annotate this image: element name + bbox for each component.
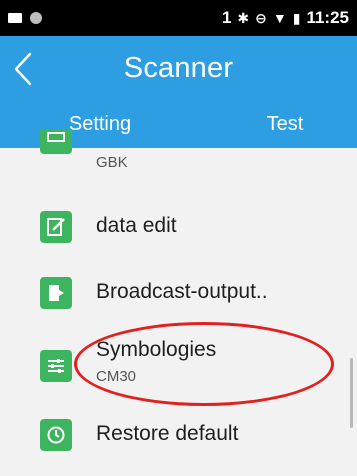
highlight-ellipse <box>74 322 334 406</box>
battery-icon: ▮ <box>292 9 301 26</box>
wifi-icon: ▼ <box>272 10 287 26</box>
bluetooth-icon: ✱ <box>237 9 250 26</box>
list-item-data-edit[interactable]: data edit <box>0 196 357 258</box>
list-item-label: data edit <box>96 214 177 237</box>
list-item-label: Restore default <box>96 422 239 445</box>
list-item-broadcast-output[interactable]: Broadcast-output.. <box>0 262 357 324</box>
list-item-subtitle: GBK <box>96 154 128 171</box>
output-icon <box>40 277 72 309</box>
list-item-label: Broadcast-output.. <box>96 280 268 303</box>
status-dot-icon <box>30 12 42 24</box>
page-title: Scanner <box>123 52 234 84</box>
list-item-charset[interactable]: GBK <box>0 130 357 192</box>
settings-list: GBK data edit Broadcast-output.. Symbolo… <box>0 130 357 476</box>
status-bar: 1 ✱ ⊖ ▼ ▮ 11:25 <box>0 0 357 36</box>
clock-icon <box>40 419 72 451</box>
status-time: 11:25 <box>306 8 349 27</box>
sliders-icon <box>40 350 72 382</box>
sim-label: 1 <box>221 8 232 27</box>
screen: 1 ✱ ⊖ ▼ ▮ 11:25 Scanner Setting Test GBK <box>0 0 357 476</box>
list-item-restore-default[interactable]: Restore default <box>0 404 357 466</box>
minus-circle-icon: ⊖ <box>255 9 267 26</box>
notification-icon <box>8 13 22 23</box>
scrollbar-thumb[interactable] <box>350 358 353 428</box>
charset-icon <box>40 130 72 154</box>
edit-icon <box>40 211 72 243</box>
app-bar: Scanner <box>0 36 357 102</box>
